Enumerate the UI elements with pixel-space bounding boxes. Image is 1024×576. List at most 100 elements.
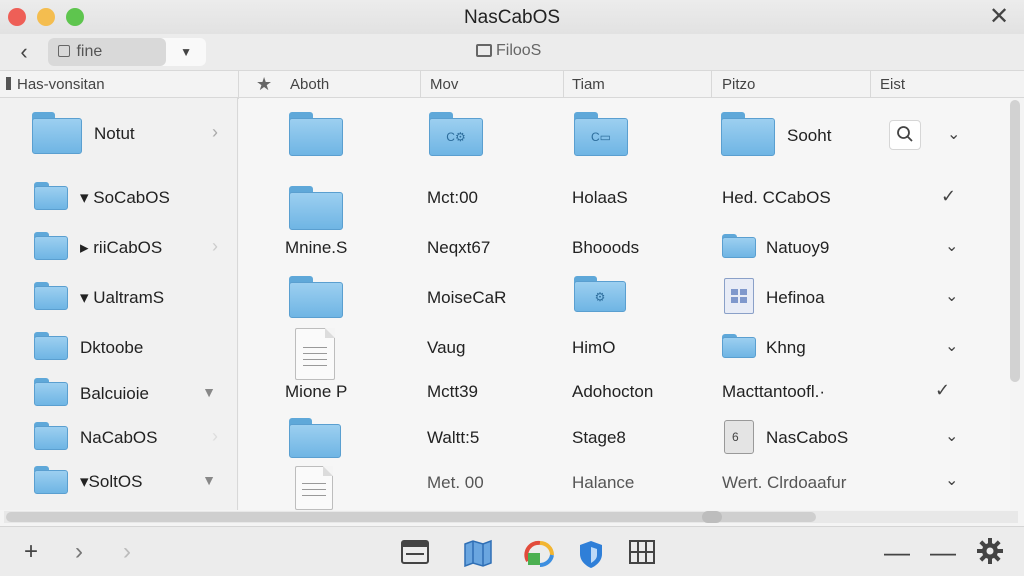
column-header-tiam[interactable]: Tiam (572, 76, 605, 93)
folder-icon[interactable]: C⚙ (429, 112, 483, 156)
chevron-down-icon[interactable]: ⌄ (945, 426, 958, 446)
file-name[interactable]: Natuoy9 (766, 238, 829, 258)
chevron-down-icon[interactable]: ⌄ (945, 286, 958, 306)
column-header-pitzo[interactable]: Pitzo (722, 76, 755, 93)
column-divider[interactable] (870, 71, 871, 99)
chevron-right-icon[interactable]: › (212, 122, 218, 143)
window-icon[interactable] (400, 539, 430, 565)
document-icon[interactable] (295, 328, 335, 380)
location-text: FilooS (496, 42, 542, 59)
chevron-down-icon[interactable]: ▼ (180, 38, 192, 66)
close-icon[interactable]: ✕ (986, 4, 1012, 30)
file-name[interactable]: HimO (572, 338, 615, 358)
file-name[interactable]: Mctt39 (427, 382, 478, 402)
shield-icon[interactable] (578, 539, 604, 569)
file-name[interactable]: Waltt:5 (427, 428, 479, 448)
minus-icon[interactable]: — (926, 535, 960, 569)
file-name[interactable]: Adohocton (572, 382, 653, 402)
chevron-down-icon[interactable]: ⌄ (945, 470, 958, 490)
sidebar-item[interactable]: NaCabOS › (0, 416, 238, 460)
file-name[interactable]: Mione P (285, 382, 347, 402)
gear-icon[interactable] (976, 537, 1004, 565)
sidebar-item[interactable]: Balcuioie ▼ (0, 372, 238, 416)
document-icon[interactable] (295, 466, 333, 510)
file-name[interactable]: Met. 00 (427, 473, 484, 493)
chevron-down-icon[interactable]: ⌄ (945, 236, 958, 256)
folder-icon[interactable] (289, 418, 341, 458)
checkmark-icon[interactable]: ✓ (941, 186, 956, 207)
column-divider[interactable] (420, 71, 421, 99)
folder-icon (34, 182, 68, 210)
chevron-right-icon[interactable]: › (212, 236, 218, 257)
folder-icon[interactable] (289, 276, 343, 318)
finder-window: NasCabOS ✕ ‹ fine ▼ FilooS Has-vonsitan … (0, 0, 1024, 576)
folder-icon (722, 234, 756, 258)
file-grid: C⚙ C▭ Sooht ⌄ Mct:00 HolaaS Hed. CCabOS … (239, 98, 1010, 510)
file-name[interactable]: Macttantoofl.· (722, 382, 825, 402)
column-header-aboth[interactable]: Aboth (290, 76, 329, 93)
column-divider[interactable] (238, 71, 239, 99)
file-name[interactable]: Stage8 (572, 428, 626, 448)
chevron-down-icon[interactable]: ⌄ (945, 336, 958, 356)
sidebar-item[interactable]: ▸ riiCabOS › (0, 226, 238, 270)
column-header-eist[interactable]: Eist (880, 76, 905, 93)
map-icon[interactable] (462, 539, 494, 567)
sidebar-item[interactable]: Dktoobe (0, 326, 238, 370)
file-name[interactable]: Sooht (787, 126, 831, 146)
path-selector[interactable]: fine ▼ (48, 38, 206, 66)
sidebar-item[interactable]: ▾SoltOS ▼ (0, 460, 238, 504)
path-field[interactable]: fine (48, 38, 166, 66)
disk-image-icon: 6 (724, 420, 754, 454)
file-name[interactable]: NasCaboS (766, 428, 848, 448)
vertical-scrollbar[interactable] (1010, 100, 1020, 382)
star-icon[interactable]: ★ (256, 74, 272, 95)
sidebar-item[interactable]: ▾ SoCabOS (0, 176, 238, 220)
checkmark-icon[interactable]: ✓ (935, 380, 950, 401)
file-name[interactable]: Khng (766, 338, 806, 358)
sidebar-item-label: ▸ riiCabOS (80, 238, 163, 257)
spreadsheet-icon (724, 278, 754, 314)
file-name[interactable]: Bhooods (572, 238, 639, 258)
sidebar-item[interactable]: ▾ UaltramS (0, 276, 238, 320)
file-name[interactable]: HolaaS (572, 188, 628, 208)
file-name[interactable]: Neqxt67 (427, 238, 490, 258)
minus-icon[interactable]: — (880, 535, 914, 569)
back-button[interactable]: ‹ (10, 38, 38, 66)
column-header-mov[interactable]: Mov (430, 76, 458, 93)
chevron-right-icon[interactable]: › (212, 426, 218, 447)
file-name[interactable]: Mnine.S (285, 238, 347, 258)
file-name[interactable]: Wert. Clrdoaafur (722, 473, 846, 493)
file-name[interactable]: Hefinoa (766, 288, 825, 308)
horizontal-scrollbar[interactable] (6, 512, 816, 522)
photos-icon[interactable] (524, 539, 556, 567)
add-icon[interactable]: + (14, 535, 48, 569)
column-divider[interactable] (563, 71, 564, 99)
folder-icon[interactable] (289, 112, 343, 156)
disclosure-triangle-icon[interactable]: ▼ (202, 472, 216, 488)
column-header-bar: Has-vonsitan ★ Aboth Mov Tiam Pitzo Eist (0, 70, 1024, 99)
sidebar-item-label: ▾SoltOS (80, 472, 143, 491)
column-divider[interactable] (711, 71, 712, 99)
chevron-down-icon[interactable]: ⌄ (947, 124, 960, 144)
chevron-right-icon[interactable]: › (110, 535, 144, 569)
scroll-knob[interactable] (702, 511, 722, 523)
search-button[interactable] (889, 120, 921, 150)
bottom-toolbar: + › › — — (0, 526, 1024, 576)
sidebar-item[interactable]: Notut › (0, 108, 238, 160)
file-name[interactable]: Halance (572, 473, 634, 493)
folder-icon (34, 332, 68, 360)
folder-icon[interactable]: ⚙ (574, 276, 626, 312)
folder-icon (722, 334, 756, 358)
folder-icon[interactable]: C▭ (574, 112, 628, 156)
folder-icon[interactable] (289, 186, 343, 230)
grid-icon[interactable] (628, 539, 656, 565)
folder-icon[interactable] (721, 112, 775, 156)
disclosure-triangle-icon[interactable]: ▼ (202, 384, 216, 400)
chevron-right-icon[interactable]: › (62, 535, 96, 569)
folder-icon (34, 422, 68, 450)
file-name[interactable]: Vaug (427, 338, 465, 358)
file-name[interactable]: MoiseCaR (427, 288, 506, 308)
file-name[interactable]: Mct:00 (427, 188, 478, 208)
file-name[interactable]: Hed. CCabOS (722, 188, 831, 208)
title-bar: NasCabOS ✕ (0, 0, 1024, 34)
